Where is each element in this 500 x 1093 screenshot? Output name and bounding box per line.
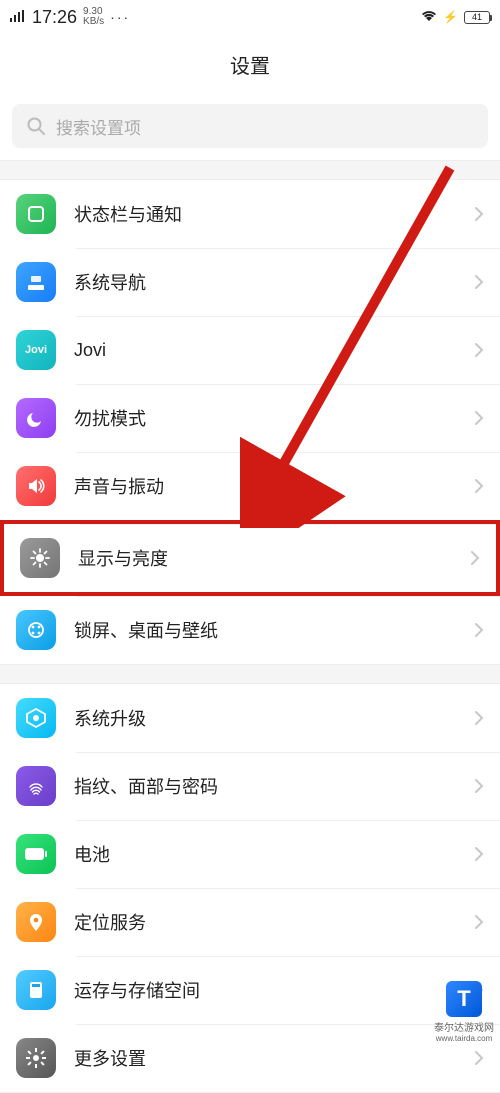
watermark-text: 泰尔达游戏网 [434,1019,494,1034]
settings-group-2: 系统升级 指纹、面部与密码 电池 定位服务 运存与存储空间 更多设置 [0,683,500,1093]
row-label: 状态栏与通知 [74,201,456,227]
row-label: 指纹、面部与密码 [74,773,456,799]
brightness-icon [20,538,60,578]
watermark-logo: T [446,981,482,1017]
wallpaper-icon [16,610,56,650]
charging-icon: ⚡ [443,10,458,24]
chevron-right-icon [474,410,484,426]
row-label: 系统导航 [74,269,456,295]
row-label: 显示与亮度 [78,545,452,571]
chevron-right-icon [474,846,484,862]
nav-icon [16,262,56,302]
more-settings-icon [16,1038,56,1078]
location-icon [16,902,56,942]
row-jovi[interactable]: Jovi Jovi [0,316,500,384]
chevron-right-icon [470,550,480,566]
net-speed: 9.30 KB/s [83,7,104,27]
chevron-right-icon [474,478,484,494]
chevron-right-icon [474,710,484,726]
dnd-icon [16,398,56,438]
watermark-url: www.tairda.com [436,1034,492,1043]
search-icon [26,116,46,136]
watermark: T 泰尔达游戏网 www.tairda.com [434,981,494,1043]
jovi-icon: Jovi [16,330,56,370]
row-system-upgrade[interactable]: 系统升级 [0,684,500,752]
more-icon[interactable]: ··· [110,9,130,25]
row-dnd[interactable]: 勿扰模式 [0,384,500,452]
chevron-right-icon [474,1050,484,1066]
page-title: 设置 [0,34,500,94]
row-fingerprint-face[interactable]: 指纹、面部与密码 [0,752,500,820]
status-bar: 17:26 9.30 KB/s ··· ⚡ 41 [0,0,500,34]
battery-indicator: 41 [464,11,490,24]
row-label: 声音与振动 [74,473,456,499]
signal-indicator [10,10,26,24]
row-label: 锁屏、桌面与壁纸 [74,617,456,643]
row-label: 定位服务 [74,909,456,935]
battery-icon [16,834,56,874]
chevron-right-icon [474,778,484,794]
chevron-right-icon [474,914,484,930]
wifi-icon [421,9,437,25]
row-location[interactable]: 定位服务 [0,888,500,956]
clock: 17:26 [32,7,77,28]
row-label: 运存与存储空间 [74,977,456,1003]
row-status-notifications[interactable]: 状态栏与通知 [0,180,500,248]
search-wrap: 搜索设置项 [0,94,500,161]
chevron-right-icon [474,342,484,358]
search-input[interactable]: 搜索设置项 [12,104,488,148]
row-system-navigation[interactable]: 系统导航 [0,248,500,316]
row-display-brightness[interactable]: 显示与亮度 [0,520,500,596]
row-more-settings[interactable]: 更多设置 [0,1024,500,1092]
row-label: Jovi [74,340,456,361]
upgrade-icon [16,698,56,738]
row-battery[interactable]: 电池 [0,820,500,888]
row-lockscreen-wallpaper[interactable]: 锁屏、桌面与壁纸 [0,596,500,664]
row-label: 电池 [74,841,456,867]
status-icon [16,194,56,234]
sound-icon [16,466,56,506]
row-sound[interactable]: 声音与振动 [0,452,500,520]
row-label: 系统升级 [74,705,456,731]
storage-icon [16,970,56,1010]
chevron-right-icon [474,274,484,290]
settings-group-1: 状态栏与通知 系统导航 Jovi Jovi 勿扰模式 声音与振动 显示与亮度 [0,179,500,665]
fingerprint-icon [16,766,56,806]
row-label: 更多设置 [74,1045,456,1071]
row-storage[interactable]: 运存与存储空间 [0,956,500,1024]
search-placeholder: 搜索设置项 [56,114,141,139]
chevron-right-icon [474,206,484,222]
chevron-right-icon [474,622,484,638]
row-label: 勿扰模式 [74,405,456,431]
